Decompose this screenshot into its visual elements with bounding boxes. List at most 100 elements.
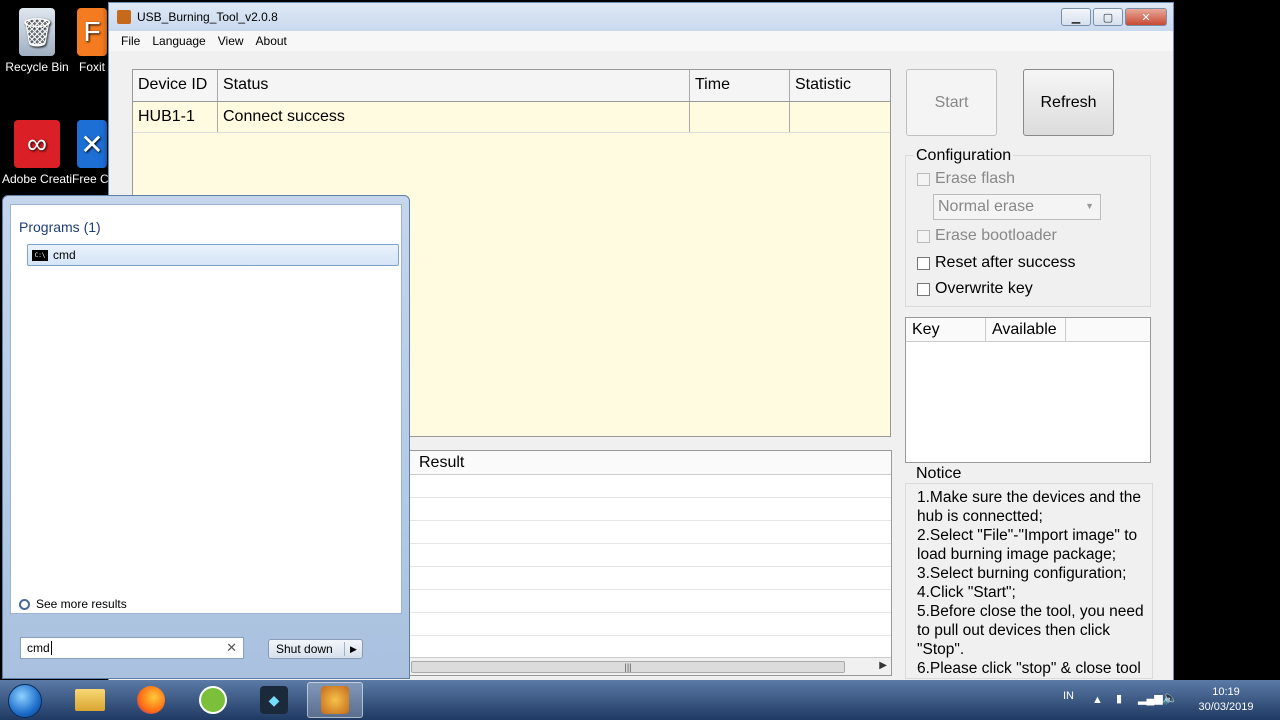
battery-icon[interactable]: ▮ — [1116, 692, 1122, 705]
cmd-icon: C:\ — [32, 249, 48, 261]
notice-line: 1.Make sure the devices and the — [917, 489, 1142, 506]
shutdown-options-arrow-icon[interactable]: ▶ — [345, 644, 357, 655]
network-icon[interactable]: ▂▄▆ — [1138, 692, 1163, 705]
notice-line: 6.Please click "stop" & close tool — [917, 660, 1141, 677]
system-clock[interactable]: 10:19 30/03/2019 — [1196, 685, 1256, 715]
filmora-icon: ◆ — [260, 686, 288, 714]
taskbar-firefox[interactable] — [123, 682, 179, 718]
notice-line: hub is connectted; — [917, 508, 1043, 525]
show-hidden-icons[interactable]: ▲ — [1092, 694, 1103, 706]
free-app-icon: ✕ — [77, 120, 107, 168]
desktop-icon-foxit[interactable]: F Foxit — [72, 8, 112, 74]
notice-line: "Stop". — [917, 641, 965, 658]
notice-line: 2.Select "File"-"Import image" to — [917, 527, 1138, 544]
list-item — [409, 475, 891, 498]
checkbox-icon — [917, 229, 930, 243]
adobe-creative-cloud-icon: ∞ — [14, 120, 60, 168]
firefox-icon — [137, 686, 165, 714]
minimize-button[interactable]: ▁ — [1061, 8, 1091, 26]
list-item — [409, 544, 891, 567]
search-result-cmd[interactable]: C:\ cmd — [27, 244, 399, 266]
clock-time: 10:19 — [1212, 686, 1240, 698]
erase-bootloader-label: Erase bootloader — [935, 227, 1057, 244]
clear-search-icon[interactable]: ✕ — [226, 640, 237, 656]
menu-language[interactable]: Language — [146, 34, 211, 48]
desktop-icon-adobe[interactable]: ∞ Adobe Creati... — [2, 120, 72, 200]
erase-flash-checkbox[interactable]: Erase flash — [917, 170, 1015, 188]
table-row[interactable]: HUB1-1 Connect success — [133, 102, 890, 133]
list-item — [409, 590, 891, 613]
notice-line: 4.Click "Start"; — [917, 584, 1016, 601]
menu-bar: File Language View About — [109, 31, 1173, 51]
programs-heading: Programs (1) — [19, 219, 101, 235]
start-button[interactable]: Start — [906, 69, 997, 136]
notice-title: Notice — [914, 465, 964, 483]
list-item — [409, 521, 891, 544]
overwrite-key-label: Overwrite key — [935, 280, 1033, 297]
scrollbar-thumb[interactable]: ||| — [411, 661, 845, 673]
notice-line: 5.Before close the tool, you need — [917, 603, 1144, 620]
column-device-id[interactable]: Device ID — [133, 70, 218, 101]
desktop-icon-free[interactable]: ✕ Free C... — [72, 120, 112, 186]
notice-line: to pull out devices then click — [917, 622, 1110, 639]
key-table-header: Key Available — [906, 318, 1150, 342]
result-table[interactable]: Result ||| ▶ — [408, 450, 892, 676]
search-icon — [19, 598, 30, 610]
checkbox-icon — [917, 282, 930, 296]
title-bar[interactable]: USB_Burning_Tool_v2.0.8 ▁ ▢ ✕ — [109, 3, 1173, 31]
menu-file[interactable]: File — [115, 34, 146, 48]
start-menu-results-panel: Programs (1) C:\ cmd See more results — [10, 204, 402, 614]
cell-statistic — [790, 102, 890, 132]
language-indicator[interactable]: IN — [1063, 690, 1074, 702]
desktop-icon-label: Free C... — [72, 172, 112, 186]
close-button[interactable]: ✕ — [1125, 8, 1167, 26]
column-statistic[interactable]: Statistic — [790, 70, 890, 101]
scroll-right-icon[interactable]: ▶ — [879, 660, 887, 671]
key-table[interactable]: Key Available — [905, 317, 1151, 463]
green-app-icon — [199, 686, 227, 714]
device-table-header: Device ID Status Time Statistic — [133, 70, 890, 102]
desktop-icon-label: Foxit — [78, 60, 105, 74]
menu-about[interactable]: About — [250, 34, 293, 48]
start-search-input[interactable]: cmd ✕ — [20, 637, 244, 659]
clock-date: 30/03/2019 — [1198, 701, 1254, 713]
overwrite-key-checkbox[interactable]: Overwrite key — [917, 280, 1033, 298]
search-result-label: cmd — [53, 248, 76, 262]
app-icon — [117, 10, 131, 24]
taskbar-app-green[interactable] — [185, 682, 241, 718]
taskbar-file-explorer[interactable] — [62, 682, 118, 718]
configuration-title: Configuration — [914, 147, 1014, 165]
taskbar-usb-burning-tool[interactable] — [307, 682, 363, 718]
recycle-bin-icon: 🗑 — [19, 8, 55, 56]
reset-after-success-checkbox[interactable]: Reset after success — [917, 254, 1076, 272]
erase-mode-select[interactable]: Normal erase ▼ — [933, 194, 1101, 220]
usb-burning-tool-icon — [321, 686, 349, 714]
column-result[interactable]: Result — [409, 451, 891, 475]
menu-view[interactable]: View — [212, 34, 250, 48]
maximize-button[interactable]: ▢ — [1093, 8, 1123, 26]
list-item — [409, 567, 891, 590]
foxit-icon: F — [77, 8, 107, 56]
horizontal-scrollbar[interactable]: ||| ▶ — [409, 657, 891, 675]
desktop-icon-recycle-bin[interactable]: 🗑 Recycle Bin — [2, 8, 72, 74]
shutdown-button[interactable]: Shut down ▶ — [268, 639, 363, 659]
search-input-value: cmd — [27, 641, 50, 655]
refresh-button[interactable]: Refresh — [1023, 69, 1114, 136]
erase-mode-value: Normal erase — [938, 198, 1035, 215]
column-status[interactable]: Status — [218, 70, 690, 101]
start-button-orb[interactable] — [8, 684, 42, 718]
column-key[interactable]: Key — [906, 318, 986, 341]
erase-bootloader-checkbox[interactable]: Erase bootloader — [917, 227, 1057, 245]
cell-device-id: HUB1-1 — [133, 102, 218, 132]
cell-status: Connect success — [218, 102, 690, 132]
see-more-results-link[interactable]: See more results — [19, 597, 127, 611]
start-menu: Programs (1) C:\ cmd See more results cm… — [2, 195, 410, 679]
volume-icon[interactable]: 🔈 — [1162, 690, 1178, 706]
taskbar-filmora[interactable]: ◆ — [246, 682, 302, 718]
column-time[interactable]: Time — [690, 70, 790, 101]
cell-time — [690, 102, 790, 132]
erase-flash-label: Erase flash — [935, 170, 1016, 187]
folder-icon — [75, 689, 105, 711]
column-available[interactable]: Available — [986, 318, 1066, 341]
checkbox-icon — [917, 172, 930, 186]
